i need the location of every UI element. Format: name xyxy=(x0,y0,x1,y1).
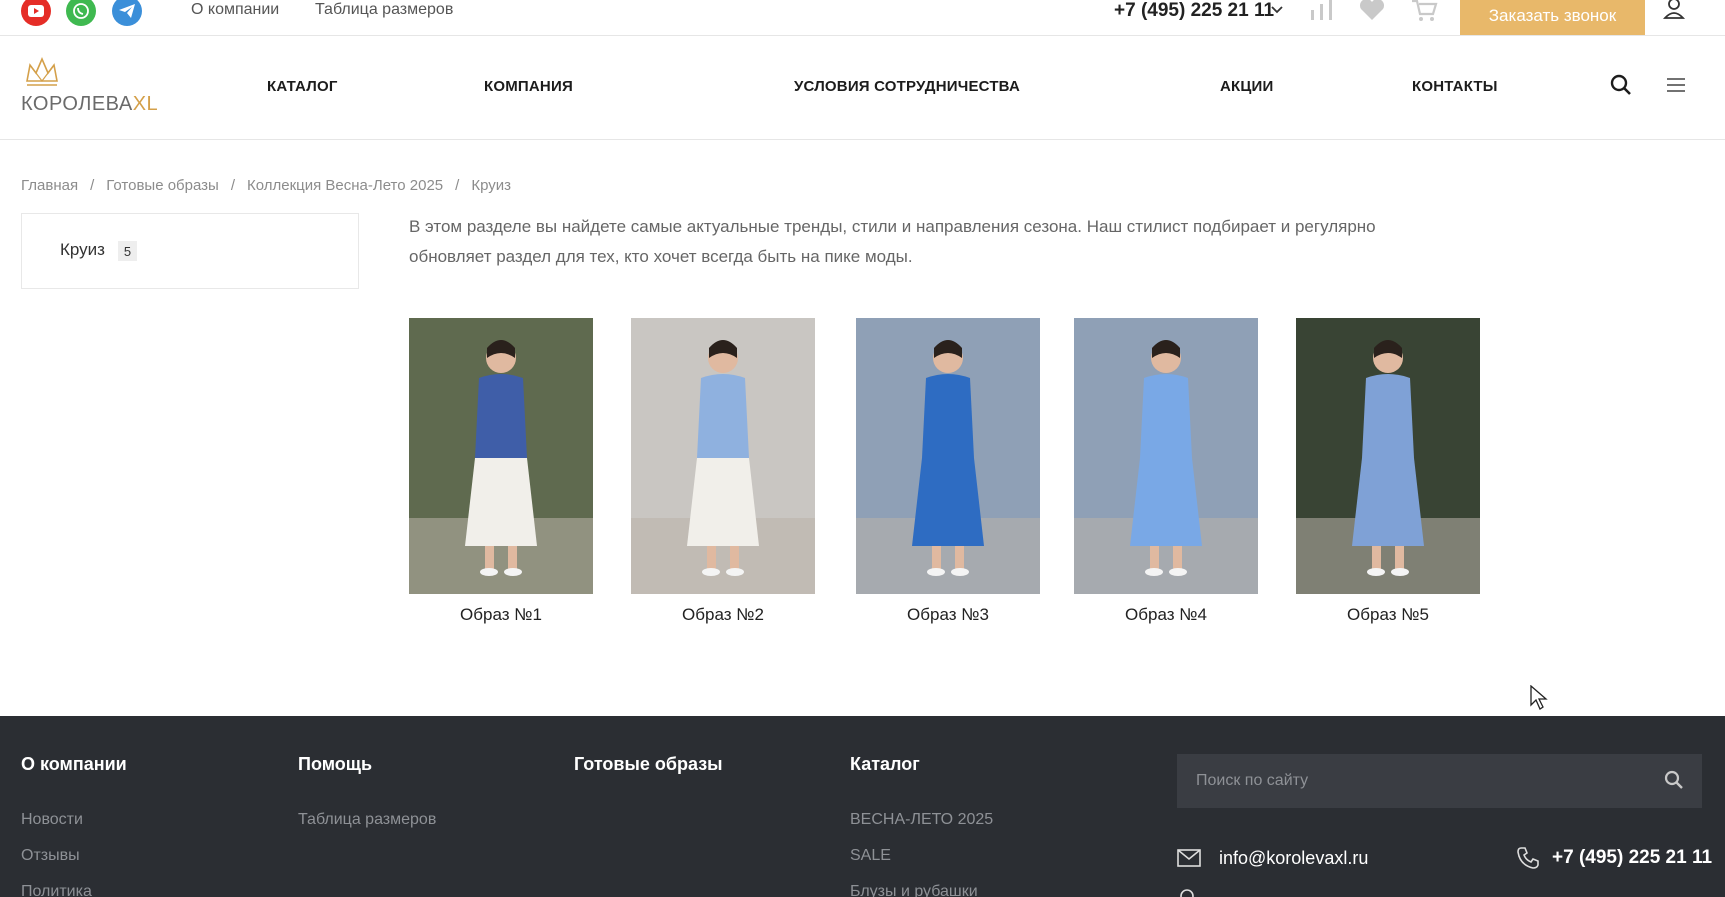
footer-link-size-chart[interactable]: Таблица размеров xyxy=(298,811,436,829)
footer-search-input[interactable] xyxy=(1177,754,1702,808)
chevron-down-icon[interactable] xyxy=(1270,3,1284,22)
footer-link-blouses[interactable]: Блузы и рубашки xyxy=(850,883,978,897)
footer-heading-catalog[interactable]: Каталог xyxy=(850,754,920,775)
look-caption[interactable]: Образ №3 xyxy=(836,605,1060,625)
look-photo[interactable] xyxy=(1074,318,1258,594)
top-phone[interactable]: +7 (495) 225 21 11 xyxy=(1114,0,1274,22)
sidebar-item-cruise[interactable]: Круиз xyxy=(60,240,105,260)
telegram-icon[interactable] xyxy=(112,0,142,26)
footer-link-news[interactable]: Новости xyxy=(21,811,83,829)
footer-email-link[interactable]: info@korolevaxl.ru xyxy=(1219,848,1368,869)
section-description: В этом разделе вы найдете самые актуальн… xyxy=(409,217,1376,266)
site-logo[interactable]: КОРОЛЕВАXL xyxy=(21,55,161,123)
nav-cooperation[interactable]: УСЛОВИЯ СОТРУДНИЧЕСТВА xyxy=(794,78,1020,95)
nav-promotions[interactable]: АКЦИИ xyxy=(1220,78,1274,95)
sidebar-item-count-badge: 5 xyxy=(118,241,137,261)
look-card[interactable]: Образ №1 xyxy=(409,318,593,624)
section-sidebar: Круиз 5 xyxy=(21,213,359,289)
look-photo[interactable] xyxy=(631,318,815,594)
location-pin-icon xyxy=(1177,888,1197,897)
footer-heading-help[interactable]: Помощь xyxy=(298,754,372,775)
nav-catalog[interactable]: КАТАЛОГ xyxy=(267,78,338,95)
breadcrumb-home[interactable]: Главная xyxy=(21,177,78,194)
footer-heading-about[interactable]: О компании xyxy=(21,754,127,775)
look-card[interactable]: Образ №3 xyxy=(856,318,1040,624)
search-icon[interactable] xyxy=(1610,74,1632,101)
look-caption[interactable]: Образ №1 xyxy=(389,605,613,625)
phone-icon xyxy=(1516,846,1540,875)
look-caption[interactable]: Образ №5 xyxy=(1276,605,1500,625)
breadcrumb-ready-looks[interactable]: Готовые образы xyxy=(106,177,219,194)
footer-link-spring-summer[interactable]: ВЕСНА-ЛЕТО 2025 xyxy=(850,811,993,829)
look-photo[interactable] xyxy=(409,318,593,594)
site-footer: О компании Помощь Готовые образы Каталог… xyxy=(0,716,1725,897)
crown-logo-icon xyxy=(26,56,58,86)
logo-wordmark: КОРОЛЕВАXL xyxy=(21,93,159,115)
footer-link-sale[interactable]: SALE xyxy=(850,847,891,865)
breadcrumb-collection[interactable]: Коллекция Весна-Лето 2025 xyxy=(247,177,443,194)
look-caption[interactable]: Образ №2 xyxy=(611,605,835,625)
footer-heading-ready-looks[interactable]: Готовые образы xyxy=(574,754,723,775)
user-account-icon[interactable] xyxy=(1662,0,1686,26)
nav-company[interactable]: КОМПАНИЯ xyxy=(484,78,573,95)
footer-search-icon[interactable] xyxy=(1664,770,1684,795)
footer-link-policy[interactable]: Политика xyxy=(21,883,92,897)
mail-icon xyxy=(1177,848,1201,873)
look-photo[interactable] xyxy=(1296,318,1480,594)
order-callback-button[interactable]: Заказать звонок xyxy=(1460,0,1645,35)
footer-phone-link[interactable]: +7 (495) 225 21 11 xyxy=(1552,847,1712,869)
breadcrumb: Главная / Готовые образы / Коллекция Весна-Л… xyxy=(21,177,511,194)
favorites-heart-icon[interactable] xyxy=(1358,0,1386,27)
nav-contacts[interactable]: КОНТАКТЫ xyxy=(1412,78,1498,95)
youtube-icon[interactable] xyxy=(21,0,51,26)
size-chart-link[interactable]: Таблица размеров xyxy=(315,1,453,19)
look-card[interactable]: Образ №2 xyxy=(631,318,815,624)
mouse-cursor-icon xyxy=(1530,684,1548,716)
menu-hamburger-icon[interactable] xyxy=(1666,77,1686,98)
main-header: КОРОЛЕВАXL КАТАЛОГ КОМПАНИЯ УСЛОВИЯ СОТР… xyxy=(0,36,1725,140)
top-bar: О компании Таблица размеров +7 (495) 225… xyxy=(0,0,1725,36)
whatsapp-icon[interactable] xyxy=(66,0,96,26)
look-card[interactable]: Образ №4 xyxy=(1074,318,1258,624)
look-photo[interactable] xyxy=(856,318,1040,594)
about-company-link[interactable]: О компании xyxy=(191,1,279,19)
footer-link-reviews[interactable]: Отзывы xyxy=(21,847,80,865)
compare-icon[interactable] xyxy=(1308,0,1336,27)
cart-icon[interactable] xyxy=(1410,0,1438,27)
look-caption[interactable]: Образ №4 xyxy=(1054,605,1278,625)
look-card[interactable]: Образ №5 xyxy=(1296,318,1480,624)
breadcrumb-current: Круиз xyxy=(471,177,511,194)
